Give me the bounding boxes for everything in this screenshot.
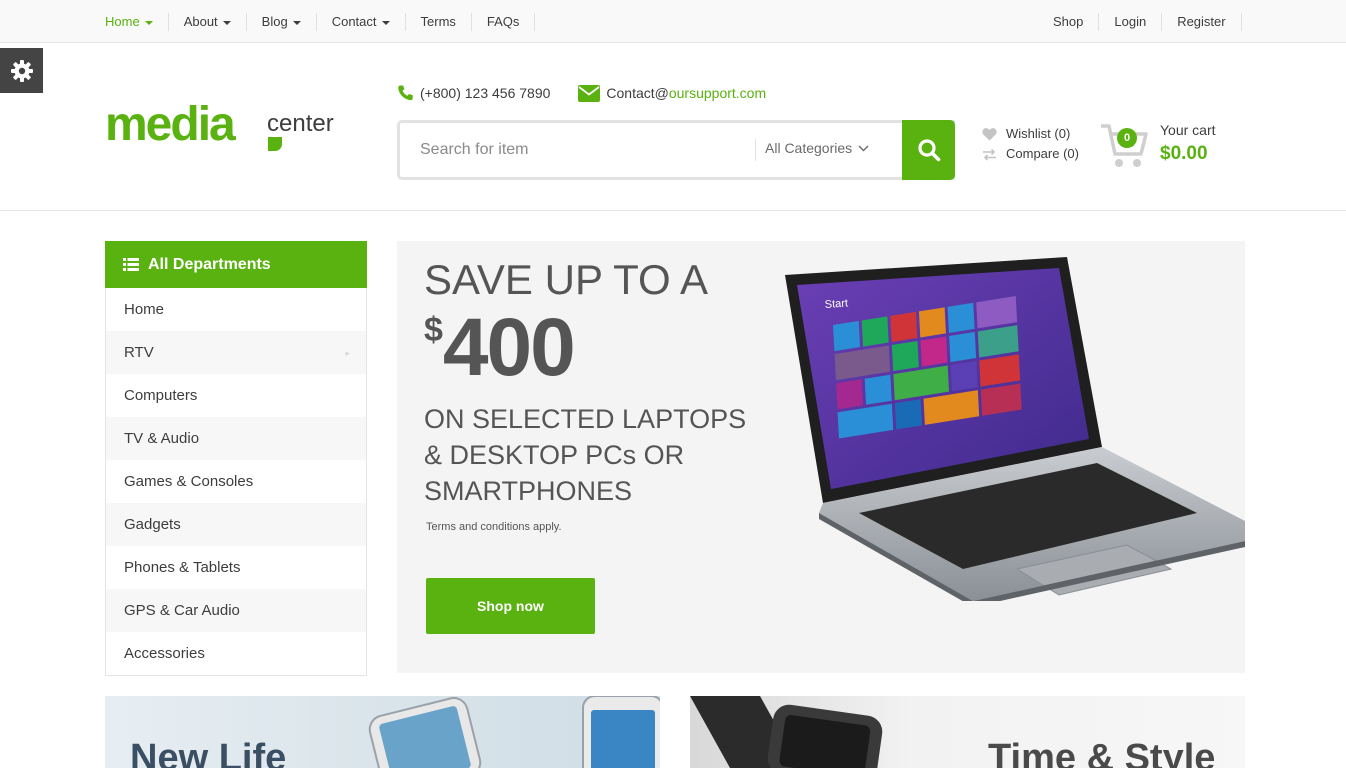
department-item-label: Gadgets (124, 516, 181, 533)
topnav-login[interactable]: Login (1099, 12, 1163, 31)
chevron-right-icon: ▸ (345, 348, 350, 358)
search-input[interactable] (420, 136, 740, 164)
department-item-accessories[interactable]: Accessories (106, 632, 366, 675)
hero-terms: Terms and conditions apply. (426, 521, 562, 533)
shop-now-button[interactable]: Shop now (426, 578, 595, 634)
category-select[interactable]: All Categories (765, 140, 869, 156)
topnav-contact-label: Contact (331, 13, 377, 29)
department-item-tv-audio[interactable]: TV & Audio (106, 417, 366, 460)
department-item-label: TV & Audio (124, 430, 200, 447)
laptop-screen-start-label: Start (824, 297, 848, 311)
department-item-label: RTV (124, 344, 154, 361)
departments-list: Home RTV ▸ Computers TV & Audio Games & C… (105, 288, 367, 676)
department-item-gadgets[interactable]: Gadgets (106, 503, 366, 546)
topnav-shop[interactable]: Shop (1038, 12, 1100, 31)
phone-number[interactable]: (+800) 123 456 7890 (420, 85, 550, 101)
departments-menu: All Departments Home RTV ▸ Computers TV &… (105, 241, 367, 676)
gear-icon (10, 59, 33, 82)
envelope-icon (578, 84, 601, 102)
department-item-home[interactable]: Home (106, 288, 366, 331)
list-icon (123, 258, 139, 271)
topnav-contact[interactable]: Contact (317, 12, 406, 31)
header-divider (0, 210, 1346, 211)
hero-amount: 400 (442, 302, 576, 393)
banner-title: Time & Style (988, 737, 1216, 768)
department-item-computers[interactable]: Computers (106, 374, 366, 417)
top-nav-left: Home About Blog Contact Terms FAQs (105, 0, 536, 43)
phone-contact: (+800) 123 456 7890 (397, 84, 550, 102)
category-select-label: All Categories (765, 140, 853, 156)
top-bar: Home About Blog Contact Terms FAQs Shop … (0, 0, 1346, 43)
chevron-down-icon (858, 145, 869, 151)
topnav-faqs-label: FAQs (486, 13, 520, 29)
topnav-home-label: Home (105, 13, 140, 29)
logo-secondary-text: center (267, 110, 334, 137)
search-button[interactable] (902, 120, 955, 180)
wishlist-link[interactable]: Wishlist (0) (982, 124, 1079, 144)
search-icon (917, 139, 940, 162)
header-contact: (+800) 123 456 7890 Contact@oursupport.c… (397, 83, 766, 103)
caret-down-icon (144, 20, 153, 25)
cart-amount: $0.00 (1160, 143, 1208, 164)
cart-widget[interactable]: 0 Your cart $0.00 (1099, 120, 1229, 172)
department-item-label: Home (124, 301, 165, 318)
wishlist-compare: Wishlist (0) Compare (0) (982, 124, 1079, 164)
department-item-games-consoles[interactable]: Games & Consoles (106, 460, 366, 503)
department-item-label: Computers (124, 387, 198, 404)
hero-banner: SAVE UP TO A $ 400 ON SELECTED LAPTOPS &… (397, 241, 1245, 673)
department-item-label: GPS & Car Audio (124, 602, 240, 619)
smartwatch-image (690, 696, 883, 768)
topnav-blog[interactable]: Blog (247, 12, 317, 31)
caret-down-icon (381, 20, 390, 25)
cart-label: Your cart (1160, 122, 1216, 138)
topnav-terms-label: Terms (420, 13, 456, 29)
email-contact[interactable]: Contact@oursupport.com (578, 84, 767, 102)
exchange-icon (983, 148, 996, 161)
logo-main-text: media (105, 98, 236, 151)
topnav-home[interactable]: Home (105, 12, 169, 31)
top-nav-right: Shop Login Register (1038, 0, 1242, 43)
compare-label: Compare (0) (1006, 146, 1079, 161)
site-logo[interactable]: media center (105, 97, 345, 153)
phone-icon (398, 85, 413, 101)
topnav-about[interactable]: About (169, 12, 247, 31)
caret-down-icon (292, 20, 301, 25)
hero-headline: SAVE UP TO A (424, 256, 709, 303)
department-item-label: Games & Consoles (124, 473, 254, 490)
department-item-phones-tablets[interactable]: Phones & Tablets (106, 546, 366, 589)
topnav-faqs[interactable]: FAQs (472, 12, 536, 31)
search-bar: All Categories (397, 120, 955, 180)
heart-icon (982, 127, 997, 140)
banner-title: New Life (130, 737, 287, 768)
email-prefix: Contact@ (606, 85, 669, 101)
department-item-label: Accessories (124, 645, 205, 662)
departments-header[interactable]: All Departments (105, 241, 367, 288)
department-item-rtv[interactable]: RTV ▸ (106, 331, 366, 374)
department-item-label: Phones & Tablets (124, 559, 241, 576)
topnav-blog-label: Blog (261, 13, 288, 29)
topnav-terms[interactable]: Terms (406, 12, 472, 31)
topnav-register[interactable]: Register (1162, 12, 1242, 31)
hero-subline: ON SELECTED LAPTOPS & DESKTOP PCs OR SMA… (424, 404, 747, 506)
hero-price: $ 400 (424, 302, 576, 393)
department-item-gps-car-audio[interactable]: GPS & Car Audio (106, 589, 366, 632)
promo-banner-new-life[interactable]: New Life (105, 696, 660, 768)
departments-title: All Departments (148, 255, 271, 273)
email-domain: oursupport.com (668, 85, 767, 101)
search-divider (755, 139, 756, 161)
topnav-about-label: About (183, 13, 218, 29)
caret-down-icon (222, 20, 231, 25)
promo-banner-time-style[interactable]: Time & Style (690, 696, 1245, 768)
wishlist-label: Wishlist (0) (1006, 126, 1071, 141)
cart-count-badge: 0 (1117, 128, 1137, 148)
hero-currency: $ (424, 311, 443, 349)
compare-link[interactable]: Compare (0) (982, 144, 1079, 164)
settings-toggle-button[interactable] (0, 48, 43, 93)
phones-image (368, 696, 660, 768)
laptop-image: Start (785, 257, 1245, 601)
logo-dot-icon (268, 137, 282, 151)
